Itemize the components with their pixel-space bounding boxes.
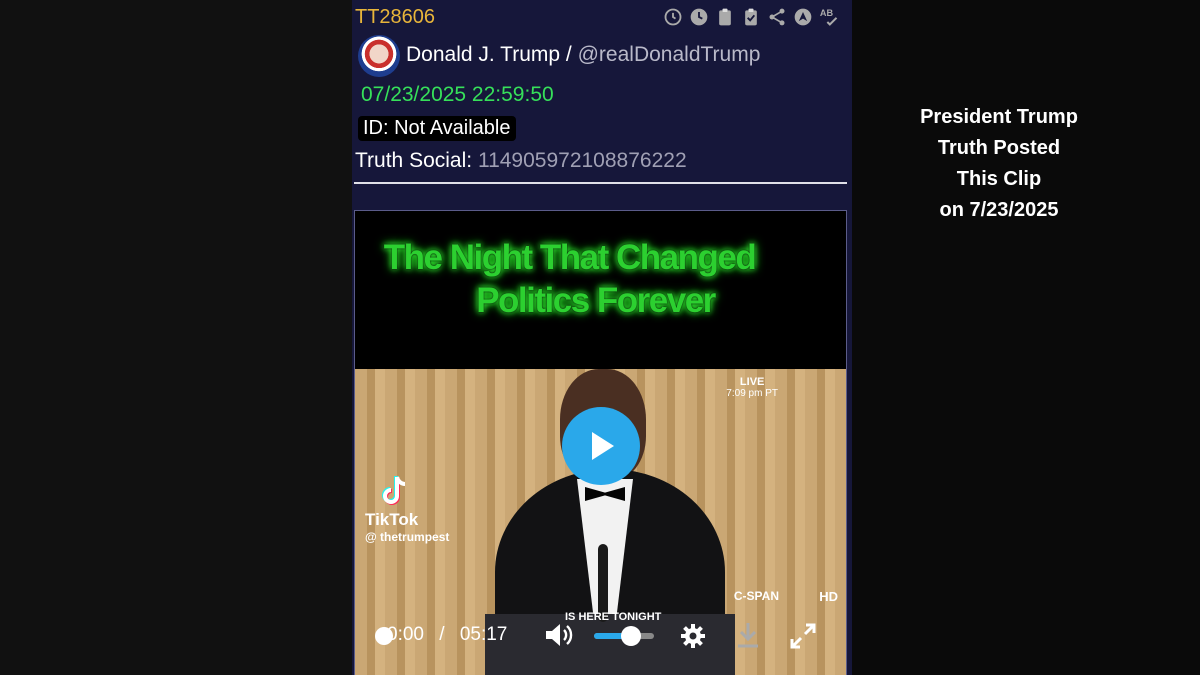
side-caption-line-4: on 7/23/2025 bbox=[939, 199, 1059, 221]
truth-social-id[interactable]: 114905972108876222 bbox=[478, 149, 687, 172]
side-caption-line-2: Truth Posted bbox=[937, 137, 1061, 159]
video-player[interactable]: The Night That Changed Politics Forever … bbox=[354, 210, 847, 675]
fullscreen-icon[interactable] bbox=[789, 622, 817, 650]
tiktok-icon bbox=[382, 476, 406, 505]
tiktok-handle: @ thetrumpest bbox=[365, 530, 450, 544]
video-title-line-2: Politics Forever bbox=[476, 281, 716, 320]
side-caption: President Trump Truth Posted This Clip o… bbox=[880, 102, 1118, 226]
side-caption-line-3: This Clip bbox=[956, 168, 1042, 190]
author-avatar[interactable] bbox=[358, 35, 400, 77]
network-logo: C-SPAN bbox=[733, 589, 779, 603]
live-badge: LIVE 7:09 pm PT bbox=[726, 376, 778, 400]
author-handle[interactable]: @realDonaldTrump bbox=[578, 43, 761, 66]
clipboard-icon[interactable] bbox=[714, 6, 736, 28]
download-icon[interactable] bbox=[735, 621, 761, 649]
side-caption-line-1: President Trump bbox=[920, 106, 1078, 128]
video-controls: 0:00 / 05:17 bbox=[355, 613, 846, 657]
duration: 05:17 bbox=[459, 624, 508, 645]
navigate-up-icon[interactable] bbox=[792, 6, 814, 28]
clipboard-check-icon[interactable] bbox=[740, 6, 762, 28]
time-separator: / bbox=[439, 624, 445, 645]
volume-icon[interactable] bbox=[544, 622, 574, 648]
play-icon bbox=[592, 432, 614, 460]
volume-slider[interactable] bbox=[594, 626, 654, 646]
tiktok-watermark: TikTok @ thetrumpest bbox=[365, 474, 449, 544]
progress-scrubber[interactable] bbox=[375, 627, 393, 645]
tiktok-name: TikTok bbox=[365, 510, 419, 529]
settings-gear-icon[interactable] bbox=[680, 623, 706, 649]
share-icon[interactable] bbox=[766, 6, 788, 28]
time-display: 0:00 / 05:17 bbox=[387, 624, 507, 646]
truth-social-line: Truth Social: 114905972108876222 bbox=[355, 149, 687, 173]
video-title-line-1: The Night That Changed bbox=[383, 238, 757, 277]
live-label: LIVE bbox=[739, 376, 765, 388]
post-toolbar: AB bbox=[662, 4, 840, 30]
divider bbox=[354, 182, 847, 184]
svg-text:AB: AB bbox=[820, 8, 834, 18]
live-time: 7:09 pm PT bbox=[726, 388, 778, 399]
left-background bbox=[0, 0, 352, 675]
clock-outline-icon[interactable] bbox=[662, 6, 684, 28]
post-timestamp: 07/23/2025 22:59:50 bbox=[361, 83, 554, 106]
clock-filled-icon[interactable] bbox=[688, 6, 710, 28]
post-id[interactable]: TT28606 bbox=[355, 6, 435, 29]
spellcheck-icon[interactable]: AB bbox=[818, 6, 840, 28]
author-line: Donald J. Trump / @realDonaldTrump bbox=[406, 43, 760, 67]
author-name[interactable]: Donald J. Trump bbox=[406, 43, 560, 66]
post-id-status: ID: Not Available bbox=[358, 116, 516, 141]
author-separator: / bbox=[565, 43, 572, 66]
volume-knob[interactable] bbox=[621, 626, 642, 646]
hd-label: HD bbox=[819, 589, 838, 604]
truth-social-label: Truth Social: bbox=[355, 149, 473, 172]
play-button[interactable] bbox=[562, 407, 640, 485]
